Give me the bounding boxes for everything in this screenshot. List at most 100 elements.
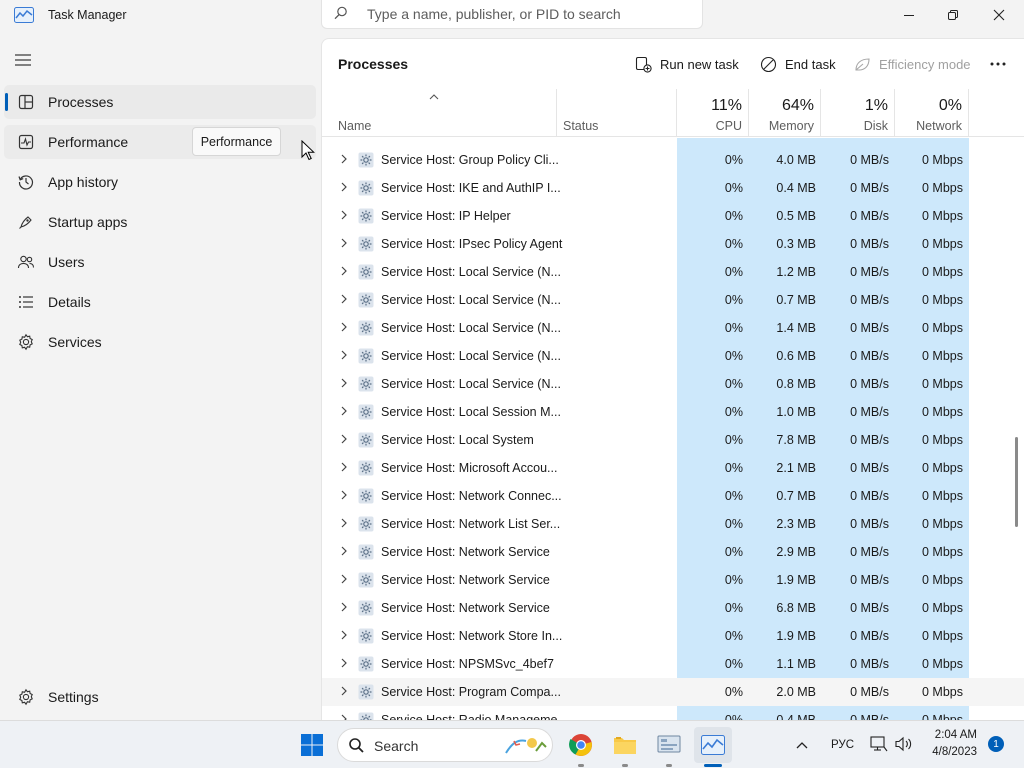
expand-chevron-icon[interactable] — [340, 602, 348, 612]
expand-chevron-icon[interactable] — [340, 462, 348, 472]
table-row[interactable]: Service Host: Local Session M... 0% 1.0 MB… — [322, 398, 1024, 426]
table-row[interactable]: Service Host: IPsec Policy Agent 0% 0.3 MB… — [322, 230, 1024, 258]
column-header-memory[interactable]: 64% Memory — [749, 89, 821, 137]
taskbar-task-manager-button[interactable] — [694, 727, 732, 763]
expand-chevron-icon[interactable] — [340, 210, 348, 220]
table-row[interactable]: Service Host: Group Policy Cli... 0% 4.0 M… — [322, 146, 1024, 174]
table-row[interactable]: Service Host: Network Connec... 0% 0.7 MB 0… — [322, 482, 1024, 510]
show-hidden-icons-button[interactable] — [787, 727, 817, 763]
service-host-gear-icon — [358, 208, 374, 224]
minimize-button[interactable] — [886, 0, 932, 30]
close-button[interactable] — [976, 0, 1022, 30]
nav-item-details[interactable]: Details — [4, 285, 316, 319]
expand-chevron-icon[interactable] — [340, 238, 348, 248]
nav-item-services[interactable]: Services — [4, 325, 316, 359]
service-host-gear-icon — [358, 460, 374, 476]
process-memory: 0.5 MB — [776, 209, 816, 223]
table-row[interactable]: Service Host: Network List Ser... 0% 2.3 M… — [322, 510, 1024, 538]
column-header-cpu[interactable]: 11% CPU — [677, 89, 749, 137]
expand-chevron-icon[interactable] — [340, 630, 348, 640]
process-name: Service Host: Microsoft Accou... — [381, 461, 558, 475]
expand-chevron-icon[interactable] — [340, 322, 348, 332]
table-row[interactable]: Service Host: IP Helper 0% 0.5 MB 0 MB/s 0 M… — [322, 202, 1024, 230]
expand-chevron-icon[interactable] — [340, 182, 348, 192]
service-host-gear-icon — [358, 656, 374, 672]
process-cpu: 0% — [724, 629, 743, 643]
nav-item-processes[interactable]: Processes — [4, 85, 316, 119]
table-row[interactable]: Service Host: Local Service (N... 0% 0.6 M… — [322, 342, 1024, 370]
vertical-scrollbar-thumb[interactable] — [1015, 437, 1018, 527]
volume-icon[interactable] — [895, 736, 913, 752]
table-row[interactable]: Service Host: Radio Manageme... 0% 0.4 MB 0… — [322, 706, 1024, 720]
input-language-indicator[interactable]: РУС — [831, 739, 854, 751]
command-bar: Processes Run new task End task Efficien… — [322, 39, 1024, 89]
process-name: Service Host: Local Service (N... — [381, 377, 561, 391]
table-row[interactable]: Service Host: Local System 0% 7.8 MB 0 MB/s… — [322, 426, 1024, 454]
table-row[interactable]: Service Host: Microsoft Accou... 0% 2.1 MB… — [322, 454, 1024, 482]
process-disk: 0 MB/s — [850, 377, 889, 391]
process-name: Service Host: IPsec Policy Agent — [381, 237, 563, 251]
column-header-disk[interactable]: 1% Disk — [821, 89, 895, 137]
nav-item-settings[interactable]: Settings — [4, 680, 316, 714]
table-row[interactable]: Service Host: Program Compa... 0% 2.0 MB 0 … — [322, 678, 1024, 706]
service-host-gear-icon — [358, 152, 374, 168]
table-row[interactable]: Service Host: IKE and AuthIP I... 0% 0.4 M… — [322, 174, 1024, 202]
process-name: Service Host: Local Service (N... — [381, 349, 561, 363]
column-header-name[interactable]: Name — [322, 89, 557, 137]
service-host-gear-icon — [358, 180, 374, 196]
maximize-button[interactable] — [930, 0, 976, 30]
expand-chevron-icon[interactable] — [340, 686, 348, 696]
start-button[interactable] — [293, 727, 331, 763]
expand-chevron-icon[interactable] — [340, 350, 348, 360]
taskbar-chrome-button[interactable] — [562, 727, 600, 763]
nav-item-users[interactable]: Users — [4, 245, 316, 279]
process-cpu: 0% — [724, 237, 743, 251]
table-row[interactable]: Service Host: Network Service 0% 2.9 MB 0 M… — [322, 538, 1024, 566]
expand-chevron-icon[interactable] — [340, 658, 348, 668]
expand-chevron-icon[interactable] — [340, 378, 348, 388]
table-row[interactable]: Service Host: NPSMSvc_4bef7 0% 1.1 MB 0 MB/… — [322, 650, 1024, 678]
process-name: Service Host: Radio Manageme... — [381, 713, 568, 720]
taskbar-search-box[interactable]: Search — [337, 728, 553, 762]
network-icon[interactable] — [870, 736, 888, 752]
column-header-network[interactable]: 0% Network — [895, 89, 969, 137]
users-icon — [17, 255, 35, 269]
service-host-gear-icon — [358, 320, 374, 336]
table-row[interactable]: Service Host: Network Store In... 0% 1.9 M… — [322, 622, 1024, 650]
run-new-task-button[interactable]: Run new task — [635, 53, 739, 75]
nav-item-app-history[interactable]: App history — [4, 165, 316, 199]
expand-chevron-icon[interactable] — [340, 154, 348, 164]
table-row-partial[interactable] — [322, 138, 1024, 146]
notification-count-badge[interactable]: 1 — [988, 736, 1004, 752]
taskbar-file-explorer-button[interactable] — [606, 727, 644, 763]
expand-chevron-icon[interactable] — [340, 406, 348, 416]
expand-chevron-icon[interactable] — [340, 574, 348, 584]
expand-chevron-icon[interactable] — [340, 266, 348, 276]
nav-item-startup-apps[interactable]: Startup apps — [4, 205, 316, 239]
expand-chevron-icon[interactable] — [340, 546, 348, 556]
expand-chevron-icon[interactable] — [340, 434, 348, 444]
process-cpu: 0% — [724, 713, 743, 720]
table-row[interactable]: Service Host: Local Service (N... 0% 0.7 M… — [322, 286, 1024, 314]
expand-chevron-icon[interactable] — [340, 518, 348, 528]
clock-date[interactable]: 4/8/2023 — [926, 746, 977, 758]
table-row[interactable]: Service Host: Network Service 0% 6.8 MB 0 M… — [322, 594, 1024, 622]
table-row[interactable]: Service Host: Local Service (N... 0% 1.4 M… — [322, 314, 1024, 342]
expand-chevron-icon[interactable] — [340, 294, 348, 304]
service-host-gear-icon — [358, 712, 374, 720]
search-input[interactable]: Type a name, publisher, or PID to search — [321, 0, 703, 29]
more-options-button[interactable] — [989, 53, 1015, 75]
process-memory: 1.2 MB — [776, 265, 816, 279]
efficiency-mode-button[interactable]: Efficiency mode — [854, 53, 971, 75]
table-row[interactable]: Service Host: Local Service (N... 0% 0.8 M… — [322, 370, 1024, 398]
table-row[interactable]: Service Host: Network Service 0% 1.9 MB 0 M… — [322, 566, 1024, 594]
clock-time[interactable]: 2:04 AM — [929, 729, 977, 741]
process-network: 0 Mbps — [922, 601, 963, 615]
column-header-status[interactable]: Status — [557, 89, 677, 137]
hamburger-menu-button[interactable] — [14, 52, 32, 73]
expand-chevron-icon[interactable] — [340, 490, 348, 500]
table-row[interactable]: Service Host: Local Service (N... 0% 1.2 M… — [322, 258, 1024, 286]
end-task-button[interactable]: End task — [760, 53, 836, 75]
taskbar-control-panel-button[interactable] — [650, 727, 688, 763]
process-name: Service Host: Local Service (N... — [381, 265, 561, 279]
